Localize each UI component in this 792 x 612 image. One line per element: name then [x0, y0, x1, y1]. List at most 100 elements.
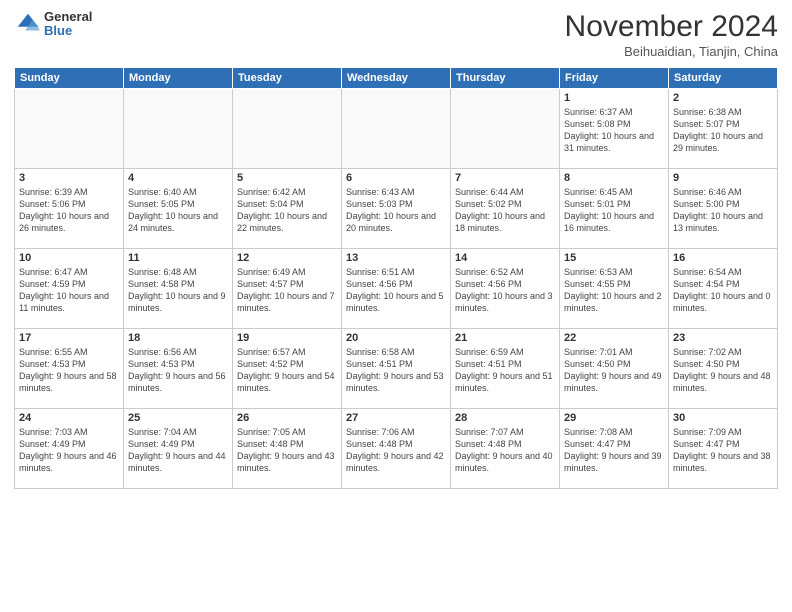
day-info: Sunrise: 6:49 AMSunset: 4:57 PMDaylight:… [237, 266, 337, 315]
calendar-day-cell: 25 Sunrise: 7:04 AMSunset: 4:49 PMDayligh… [124, 409, 233, 489]
day-number: 9 [673, 172, 773, 184]
day-number: 23 [673, 332, 773, 344]
day-number: 30 [673, 412, 773, 424]
calendar-day-cell: 29Sunrise: 7:08 AMSunset: 4:47 PMDayligh… [560, 409, 669, 489]
calendar-day-cell: 14 Sunrise: 6:52 AMSunset: 4:56 PMDayligh… [451, 249, 560, 329]
day-info: Sunrise: 7:06 AMSunset: 4:48 PMDaylight:… [346, 426, 446, 475]
calendar-day-cell: 26 Sunrise: 7:05 AMSunset: 4:48 PMDayligh… [233, 409, 342, 489]
calendar-day-cell: 2 Sunrise: 6:38 AMSunset: 5:07 PMDaylight… [669, 89, 778, 169]
day-info: Sunrise: 7:03 AMSunset: 4:49 PMDaylight:… [19, 426, 119, 475]
day-info: Sunrise: 6:44 AMSunset: 5:02 PMDaylight:… [455, 186, 555, 235]
logo: General Blue [14, 10, 92, 39]
day-number: 2 [673, 92, 773, 104]
weekday-header: Tuesday [233, 68, 342, 89]
calendar-day-cell: 20 Sunrise: 6:58 AMSunset: 4:51 PMDayligh… [342, 329, 451, 409]
day-number: 10 [19, 252, 119, 264]
day-info: Sunrise: 6:48 AMSunset: 4:58 PMDaylight:… [128, 266, 228, 315]
day-info: Sunrise: 7:01 AMSunset: 4:50 PMDaylight:… [564, 346, 664, 395]
day-number: 12 [237, 252, 337, 264]
calendar-day-cell: 30 Sunrise: 7:09 AMSunset: 4:47 PMDayligh… [669, 409, 778, 489]
day-info: Sunrise: 6:40 AMSunset: 5:05 PMDaylight:… [128, 186, 228, 235]
calendar-day-cell [451, 89, 560, 169]
calendar-day-cell: 23 Sunrise: 7:02 AMSunset: 4:50 PMDayligh… [669, 329, 778, 409]
calendar-day-cell: 7 Sunrise: 6:44 AMSunset: 5:02 PMDaylight… [451, 169, 560, 249]
calendar-day-cell: 17 Sunrise: 6:55 AMSunset: 4:53 PMDayligh… [15, 329, 124, 409]
calendar-week-row: 24Sunrise: 7:03 AMSunset: 4:49 PMDayligh… [15, 409, 778, 489]
day-number: 15 [564, 252, 664, 264]
calendar-day-cell: 16 Sunrise: 6:54 AMSunset: 4:54 PMDayligh… [669, 249, 778, 329]
weekday-header: Friday [560, 68, 669, 89]
day-number: 16 [673, 252, 773, 264]
calendar-day-cell: 8Sunrise: 6:45 AMSunset: 5:01 PMDaylight… [560, 169, 669, 249]
day-info: Sunrise: 6:43 AMSunset: 5:03 PMDaylight:… [346, 186, 446, 235]
location-subtitle: Beihuaidian, Tianjin, China [565, 44, 778, 59]
calendar-week-row: 17 Sunrise: 6:55 AMSunset: 4:53 PMDayligh… [15, 329, 778, 409]
day-number: 27 [346, 412, 446, 424]
day-info: Sunrise: 6:57 AMSunset: 4:52 PMDaylight:… [237, 346, 337, 395]
calendar-table: SundayMondayTuesdayWednesdayThursdayFrid… [14, 67, 778, 489]
day-info: Sunrise: 6:46 AMSunset: 5:00 PMDaylight:… [673, 186, 773, 235]
calendar-day-cell: 10 Sunrise: 6:47 AMSunset: 4:59 PMDayligh… [15, 249, 124, 329]
day-info: Sunrise: 6:38 AMSunset: 5:07 PMDaylight:… [673, 106, 773, 155]
month-title: November 2024 [565, 10, 778, 44]
day-number: 7 [455, 172, 555, 184]
day-info: Sunrise: 7:05 AMSunset: 4:48 PMDaylight:… [237, 426, 337, 475]
logo-general: General [44, 10, 92, 24]
calendar-day-cell: 11 Sunrise: 6:48 AMSunset: 4:58 PMDayligh… [124, 249, 233, 329]
day-info: Sunrise: 6:59 AMSunset: 4:51 PMDaylight:… [455, 346, 555, 395]
weekday-header: Sunday [15, 68, 124, 89]
day-number: 25 [128, 412, 228, 424]
calendar-day-cell: 28Sunrise: 7:07 AMSunset: 4:48 PMDayligh… [451, 409, 560, 489]
day-number: 1 [564, 92, 664, 104]
calendar-day-cell [15, 89, 124, 169]
day-number: 29 [564, 412, 664, 424]
header: General Blue November 2024 Beihuaidian, … [14, 10, 778, 59]
calendar-day-cell: 12 Sunrise: 6:49 AMSunset: 4:57 PMDayligh… [233, 249, 342, 329]
day-number: 13 [346, 252, 446, 264]
calendar-day-cell: 15 Sunrise: 6:53 AMSunset: 4:55 PMDayligh… [560, 249, 669, 329]
day-info: Sunrise: 6:55 AMSunset: 4:53 PMDaylight:… [19, 346, 119, 395]
day-info: Sunrise: 7:04 AMSunset: 4:49 PMDaylight:… [128, 426, 228, 475]
day-number: 11 [128, 252, 228, 264]
day-number: 26 [237, 412, 337, 424]
day-info: Sunrise: 6:51 AMSunset: 4:56 PMDaylight:… [346, 266, 446, 315]
day-info: Sunrise: 6:54 AMSunset: 4:54 PMDaylight:… [673, 266, 773, 315]
day-number: 18 [128, 332, 228, 344]
weekday-header: Saturday [669, 68, 778, 89]
weekday-header-row: SundayMondayTuesdayWednesdayThursdayFrid… [15, 68, 778, 89]
calendar-day-cell: 13 Sunrise: 6:51 AMSunset: 4:56 PMDayligh… [342, 249, 451, 329]
day-number: 17 [19, 332, 119, 344]
calendar-day-cell: 6 Sunrise: 6:43 AMSunset: 5:03 PMDaylight… [342, 169, 451, 249]
calendar-day-cell: 4Sunrise: 6:40 AMSunset: 5:05 PMDaylight… [124, 169, 233, 249]
weekday-header: Wednesday [342, 68, 451, 89]
logo-blue: Blue [44, 24, 92, 38]
calendar-day-cell: 22Sunrise: 7:01 AMSunset: 4:50 PMDayligh… [560, 329, 669, 409]
day-number: 19 [237, 332, 337, 344]
calendar-day-cell: 18 Sunrise: 6:56 AMSunset: 4:53 PMDayligh… [124, 329, 233, 409]
calendar-day-cell: 3Sunrise: 6:39 AMSunset: 5:06 PMDaylight… [15, 169, 124, 249]
calendar-day-cell: 19 Sunrise: 6:57 AMSunset: 4:52 PMDayligh… [233, 329, 342, 409]
day-number: 21 [455, 332, 555, 344]
day-info: Sunrise: 6:42 AMSunset: 5:04 PMDaylight:… [237, 186, 337, 235]
calendar-day-cell: 9 Sunrise: 6:46 AMSunset: 5:00 PMDaylight… [669, 169, 778, 249]
day-info: Sunrise: 6:53 AMSunset: 4:55 PMDaylight:… [564, 266, 664, 315]
day-info: Sunrise: 7:07 AMSunset: 4:48 PMDaylight:… [455, 426, 555, 475]
calendar-day-cell: 21 Sunrise: 6:59 AMSunset: 4:51 PMDayligh… [451, 329, 560, 409]
calendar-day-cell: 5 Sunrise: 6:42 AMSunset: 5:04 PMDaylight… [233, 169, 342, 249]
day-info: Sunrise: 6:45 AMSunset: 5:01 PMDaylight:… [564, 186, 664, 235]
day-number: 6 [346, 172, 446, 184]
page-container: General Blue November 2024 Beihuaidian, … [0, 0, 792, 499]
day-number: 14 [455, 252, 555, 264]
logo-text: General Blue [44, 10, 92, 39]
day-info: Sunrise: 6:47 AMSunset: 4:59 PMDaylight:… [19, 266, 119, 315]
day-info: Sunrise: 6:58 AMSunset: 4:51 PMDaylight:… [346, 346, 446, 395]
day-info: Sunrise: 6:56 AMSunset: 4:53 PMDaylight:… [128, 346, 228, 395]
day-info: Sunrise: 7:02 AMSunset: 4:50 PMDaylight:… [673, 346, 773, 395]
calendar-day-cell [342, 89, 451, 169]
calendar-day-cell [233, 89, 342, 169]
day-info: Sunrise: 7:09 AMSunset: 4:47 PMDaylight:… [673, 426, 773, 475]
day-info: Sunrise: 6:37 AMSunset: 5:08 PMDaylight:… [564, 106, 664, 155]
day-number: 20 [346, 332, 446, 344]
day-number: 5 [237, 172, 337, 184]
day-info: Sunrise: 6:52 AMSunset: 4:56 PMDaylight:… [455, 266, 555, 315]
